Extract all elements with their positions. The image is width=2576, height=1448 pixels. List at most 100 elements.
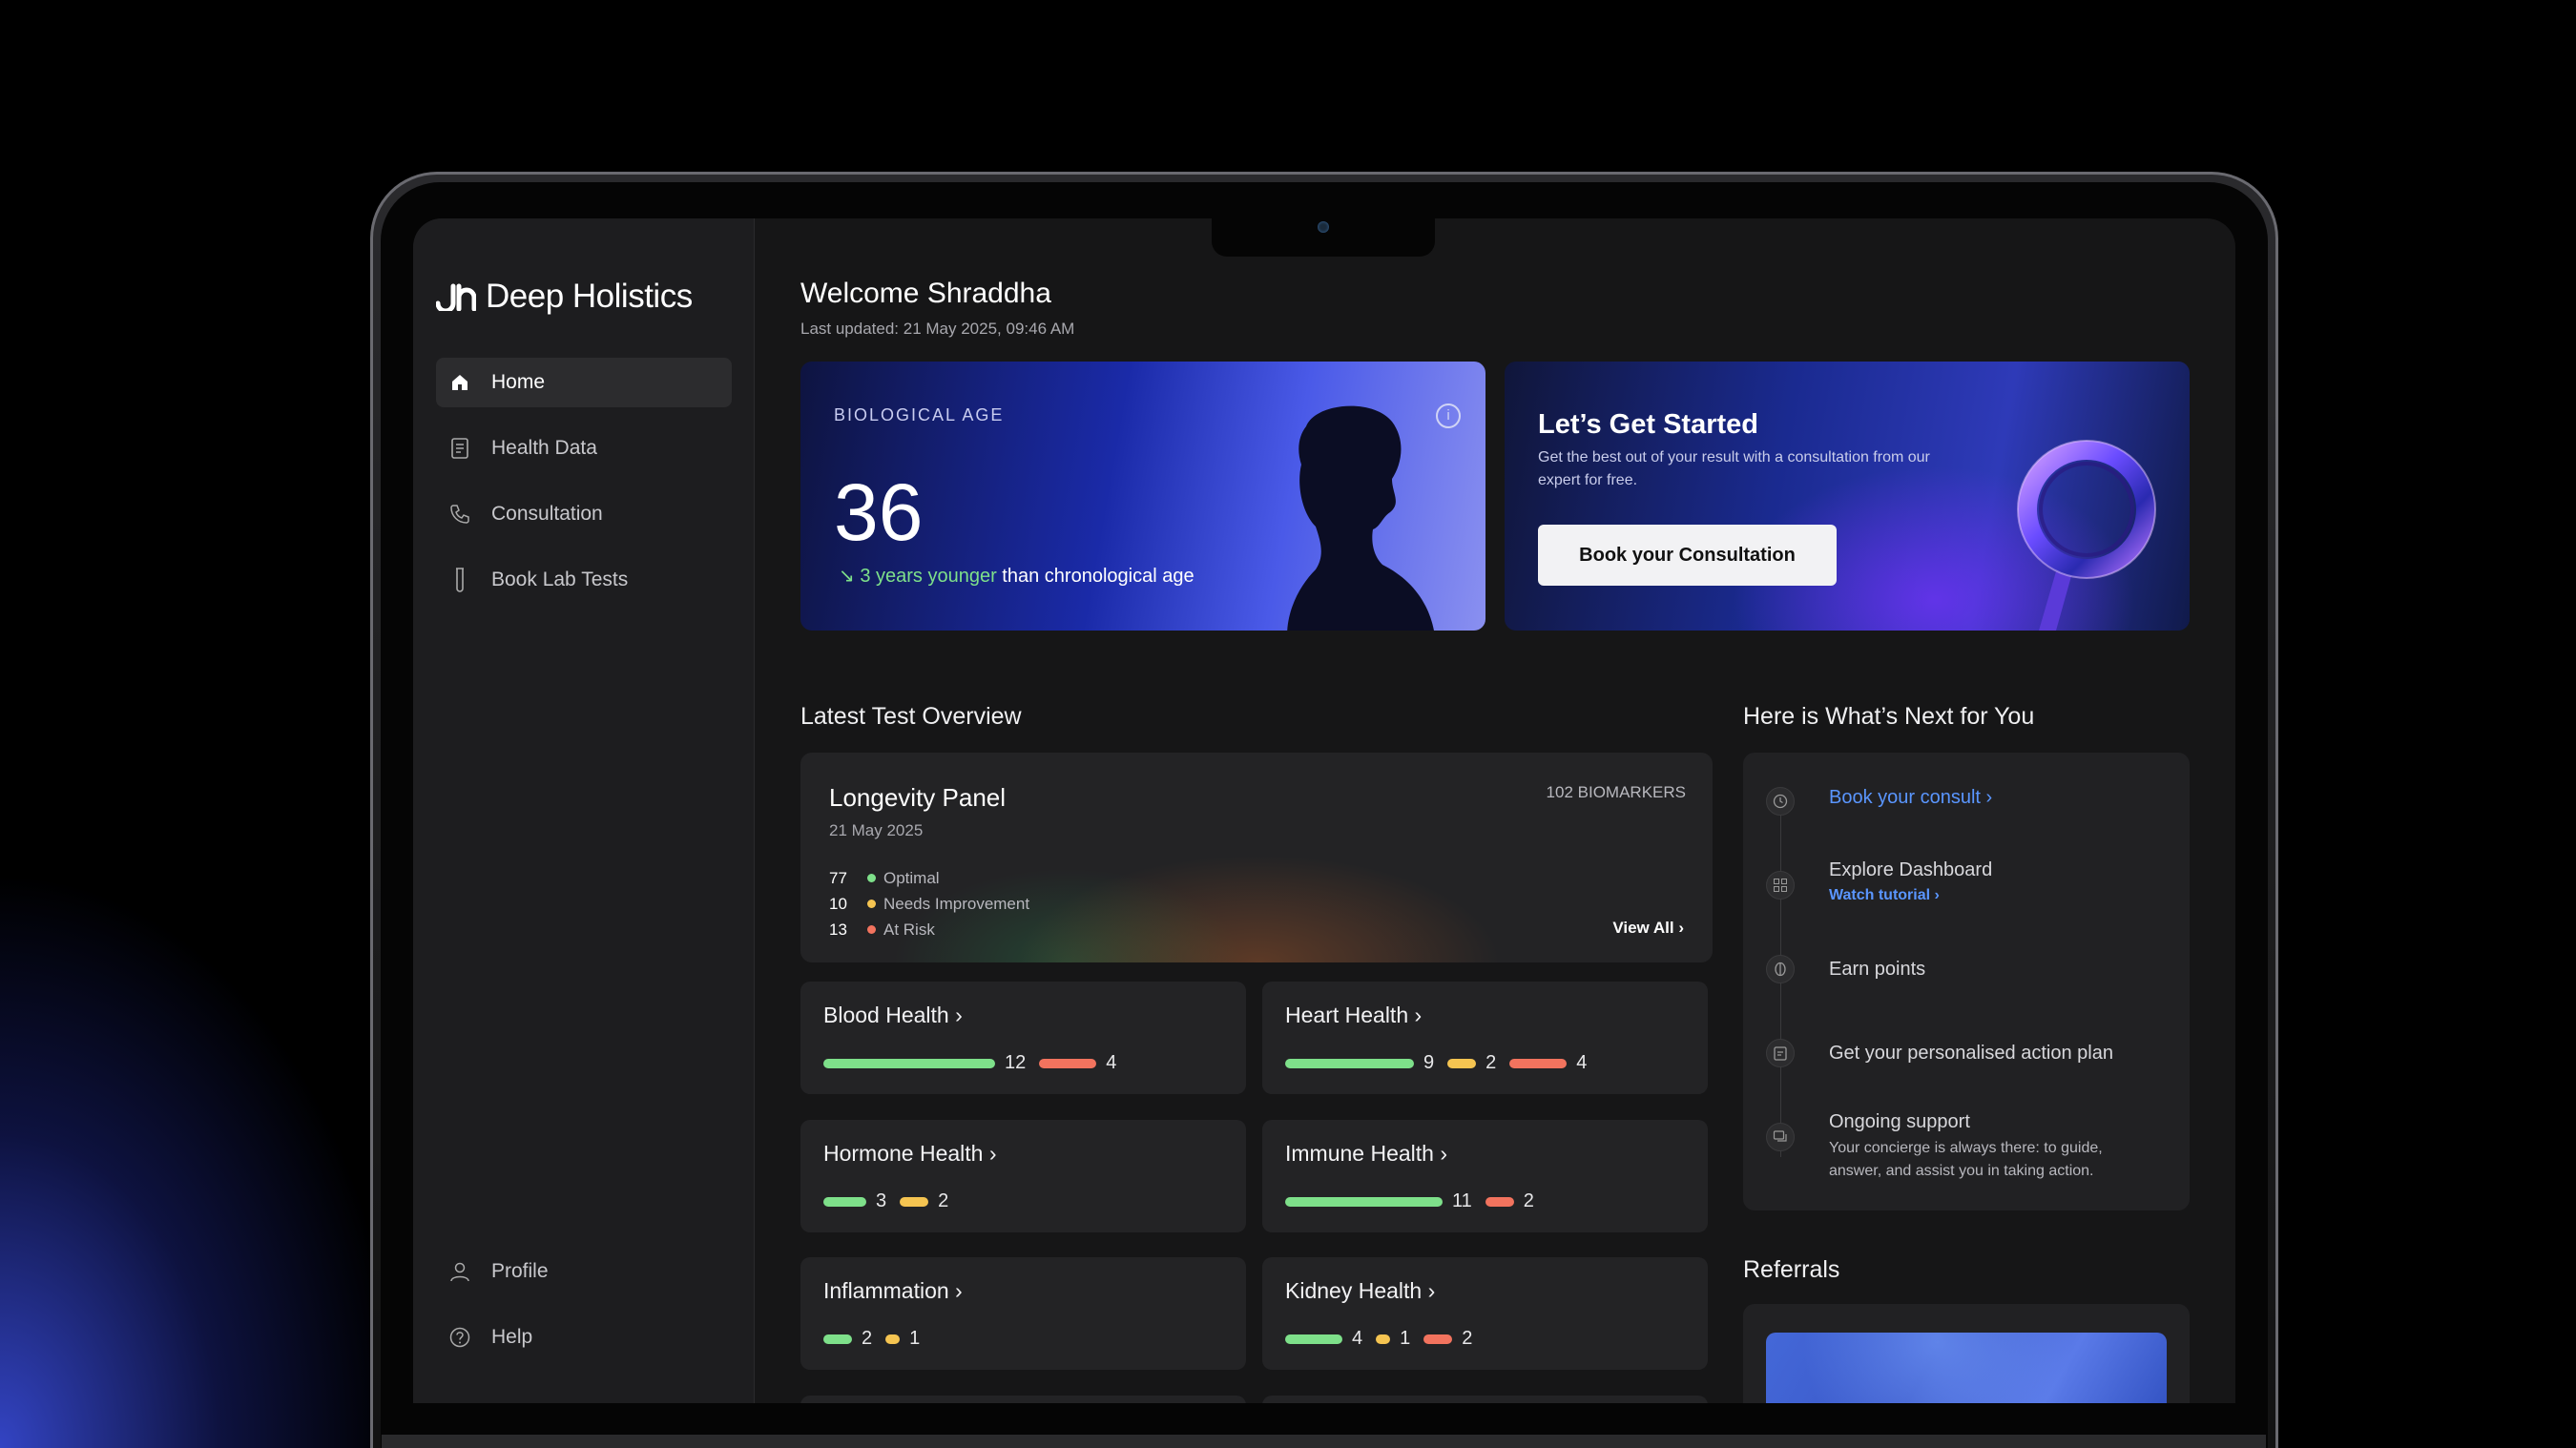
view-all-label: View All [1612, 919, 1674, 937]
sidebar-item-book-lab-tests[interactable]: Book Lab Tests [436, 555, 732, 605]
status-count: 9 [1423, 1052, 1435, 1073]
status-dot [867, 874, 876, 882]
phone-icon [449, 504, 470, 525]
help-icon [449, 1327, 470, 1348]
category-bars: 21 [823, 1328, 933, 1350]
chevron-right-icon: › [948, 1278, 963, 1303]
category-card[interactable]: Inflammation › 2 1 [800, 1257, 1246, 1370]
status-count: 1 [1400, 1328, 1411, 1349]
category-name: Hormone Health [823, 1141, 984, 1166]
legend-row-needs-improvement: 10 Needs Improvement [829, 891, 1029, 917]
app-window: Deep Holistics Home Health Data Consulta… [413, 218, 2235, 1403]
status-dot [867, 925, 876, 934]
book-consult-link[interactable]: Book your consult › [1829, 787, 1992, 809]
main-content: Welcome Shraddha Last updated: 21 May 20… [800, 218, 2212, 1403]
status-count: 3 [876, 1190, 887, 1211]
step-ongoing-support: Ongoing support Your concierge is always… [1766, 1111, 2153, 1183]
sidebar-bottom-nav: Profile Help [436, 1247, 732, 1378]
chevron-right-icon: › [1985, 787, 1993, 808]
book-consultation-button[interactable]: Book your Consultation [1538, 525, 1837, 586]
app-name: Deep Holistics [486, 278, 693, 315]
legend-row-at-risk: 13 At Risk [829, 917, 1029, 942]
step-title: Earn points [1829, 959, 1926, 980]
status-count: 2 [1462, 1328, 1473, 1349]
category-card-partial [800, 1396, 1246, 1403]
overview-title: Latest Test Overview [800, 703, 1022, 730]
category-card[interactable]: Hormone Health › 3 2 [800, 1120, 1246, 1232]
biological-age-card[interactable]: BIOLOGICAL AGE 36 ↘ 3 years younger than… [800, 362, 1485, 631]
panel-name: Longevity Panel [829, 783, 1007, 812]
category-name: Kidney Health [1285, 1278, 1423, 1303]
status-bar [1285, 1196, 1443, 1207]
info-icon[interactable]: i [1436, 403, 1461, 428]
referral-banner-image [1766, 1333, 2167, 1403]
step-description: Your concierge is always there: to guide… [1829, 1140, 2103, 1179]
sidebar-nav: Home Health Data Consultation Book Lab T… [436, 358, 732, 621]
status-count: 4 [1576, 1052, 1588, 1073]
view-all-link[interactable]: View All › [1612, 919, 1684, 938]
next-steps-card: Book your consult › Explore Dashboard Wa… [1743, 753, 2190, 1210]
bio-age-delta-suffix: than chronological age [996, 566, 1195, 587]
sidebar-item-label: Profile [491, 1260, 549, 1282]
status-count: 11 [1452, 1190, 1472, 1211]
sidebar-item-profile[interactable]: Profile [436, 1247, 732, 1296]
sidebar-item-help[interactable]: Help [436, 1313, 732, 1362]
sidebar-item-home[interactable]: Home [436, 358, 732, 407]
status-count: 2 [1485, 1052, 1497, 1073]
clipboard-icon [1766, 1039, 1795, 1067]
sidebar-item-label: Home [491, 371, 546, 393]
sidebar-item-health-data[interactable]: Health Data [436, 424, 732, 473]
chevron-right-icon: › [1934, 887, 1940, 903]
legend-label: At Risk [883, 920, 935, 939]
bio-age-value: 36 [834, 467, 924, 557]
step-action-plan: Get your personalised action plan [1766, 1039, 2113, 1067]
category-bars: 4 1 2 [1285, 1328, 1485, 1350]
app-logo[interactable]: Deep Holistics [436, 278, 693, 316]
category-bars: 9 2 4 [1285, 1052, 1600, 1074]
watch-tutorial-link[interactable]: Watch tutorial › [1829, 887, 1992, 904]
camera-icon [1318, 221, 1329, 233]
status-count: 4 [1352, 1328, 1363, 1349]
bio-age-label: BIOLOGICAL AGE [834, 405, 1005, 424]
category-card[interactable]: Immune Health › 11 2 [1262, 1120, 1708, 1232]
get-started-description: Get the best out of your result with a c… [1538, 449, 1930, 488]
watch-tutorial-label: Watch tutorial [1829, 887, 1931, 903]
page-title: Welcome Shraddha [800, 278, 1051, 309]
legend-label: Needs Improvement [883, 894, 1030, 913]
step-book-consult[interactable]: Book your consult › [1766, 787, 1992, 816]
category-bars: 12 4 [823, 1052, 1130, 1074]
step-title: Ongoing support [1829, 1111, 1970, 1132]
step-explore-dashboard: Explore Dashboard Watch tutorial › [1766, 859, 1992, 904]
get-started-card: Let’s Get Started Get the best out of yo… [1505, 362, 2190, 631]
category-card[interactable]: Heart Health › 9 2 4 [1262, 982, 1708, 1094]
next-steps-title: Here is What’s Next for You [1743, 703, 2035, 730]
category-card[interactable]: Blood Health › 12 4 [800, 982, 1246, 1094]
sidebar-item-consultation[interactable]: Consultation [436, 489, 732, 539]
logo-icon [436, 283, 476, 311]
status-count: 4 [1106, 1052, 1117, 1073]
category-title: Immune Health › [1285, 1141, 1447, 1167]
legend-count: 77 [829, 868, 847, 887]
status-bar [1485, 1196, 1514, 1207]
status-bar [823, 1334, 852, 1344]
category-title: Inflammation › [823, 1278, 963, 1304]
category-name: Blood Health [823, 1003, 949, 1027]
category-bars: 32 [823, 1190, 962, 1212]
referrals-card[interactable] [1743, 1304, 2190, 1403]
status-count: 2 [1523, 1190, 1534, 1211]
step-title: Get your personalised action plan [1829, 1043, 2113, 1064]
status-bar [1285, 1058, 1414, 1068]
sidebar: Deep Holistics Home Health Data Consulta… [413, 218, 755, 1403]
legend-label: Optimal [883, 868, 940, 887]
longevity-panel-card[interactable]: Longevity Panel 21 May 2025 102 BIOMARKE… [800, 753, 1713, 962]
legend-count: 10 [829, 894, 847, 913]
camera-notch [1212, 218, 1435, 257]
user-icon [449, 1261, 470, 1282]
category-card[interactable]: Kidney Health › 4 1 2 [1262, 1257, 1708, 1370]
arrow-down-right-icon: ↘ [839, 566, 855, 587]
panel-legend: 77 Optimal 10 Needs Improvement 13 At Ri… [829, 865, 1029, 942]
legend-row-optimal: 77 Optimal [829, 865, 1029, 891]
category-name: Heart Health [1285, 1003, 1409, 1027]
status-bar [823, 1196, 866, 1207]
step-title: Explore Dashboard [1829, 859, 1993, 880]
